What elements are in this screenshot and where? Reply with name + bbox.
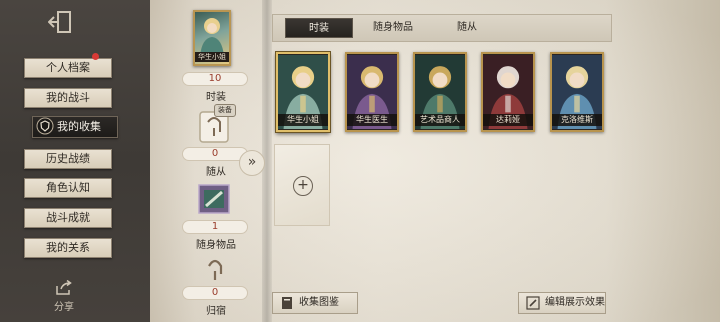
accessory-label: 随身物品: [196, 240, 236, 251]
accessory-item-icon[interactable]: [196, 182, 232, 216]
costume-count: 10: [182, 72, 248, 86]
sidebar-item-relations[interactable]: 我的关系: [24, 238, 112, 258]
featured-card-name: 华生小姐: [195, 52, 229, 62]
share-icon: [56, 280, 72, 295]
edit-display-label: 编辑展示效果: [545, 297, 605, 308]
tab-costumes[interactable]: 时装: [285, 18, 353, 38]
sidebar-item-achievements[interactable]: 战斗成就: [24, 208, 112, 228]
edit-display-button[interactable]: 编辑展示效果: [518, 292, 606, 314]
exit-door-icon[interactable]: [48, 10, 74, 34]
featured-portrait-icon: [200, 18, 224, 56]
follower-count: 0: [182, 147, 248, 161]
costume-card[interactable]: 艺术品商人: [413, 52, 467, 132]
costume-name: 华生医生: [347, 114, 397, 126]
collection-tabs: 时装 随身物品 随从: [272, 14, 612, 42]
expand-chevron-button[interactable]: »: [239, 150, 265, 176]
tab-accessories[interactable]: 随身物品: [361, 18, 425, 38]
costume-card[interactable]: 克洛维斯: [550, 52, 604, 132]
sidebar-item-history[interactable]: 历史战绩: [24, 149, 112, 169]
costume-name: 达莉娅: [483, 114, 533, 126]
equip-badge: 装备: [214, 104, 236, 117]
sidebar-item-battles[interactable]: 我的战斗: [24, 88, 112, 108]
share-button[interactable]: 分享: [50, 280, 78, 313]
costume-name: 华生小姐: [278, 114, 328, 126]
costume-card[interactable]: 达莉娅: [481, 52, 535, 132]
returning-label: 归宿: [206, 306, 226, 317]
costume-card[interactable]: 华生医生: [345, 52, 399, 132]
costume-label: 时装: [206, 92, 226, 103]
featured-costume-card[interactable]: 华生小姐: [193, 10, 231, 66]
share-label: 分享: [54, 302, 74, 313]
sidebar-item-character-cognition[interactable]: 角色认知: [24, 178, 112, 198]
plus-icon: +: [293, 176, 313, 196]
shield-emblem-icon: [36, 117, 54, 135]
returning-count: 0: [182, 286, 248, 300]
sidebar-item-profile[interactable]: 个人档案: [24, 58, 112, 78]
tab-followers[interactable]: 随从: [435, 18, 499, 38]
costume-name: 克洛维斯: [552, 114, 602, 126]
returning-icon[interactable]: [200, 254, 230, 282]
edit-pencil-icon: [526, 296, 540, 310]
add-costume-slot[interactable]: +: [274, 144, 330, 226]
collection-guide-button[interactable]: 收集图鉴: [272, 292, 358, 314]
costume-card[interactable]: 华生小姐: [276, 52, 330, 132]
notification-dot: [92, 53, 99, 60]
book-icon: [282, 297, 292, 309]
left-panel: 个人档案 我的战斗 我的收集 历史战绩 角色认知 战斗成就 我的关系 分享: [0, 0, 150, 322]
double-chevron-right-icon: »: [247, 154, 257, 170]
accessory-count: 1: [182, 220, 248, 234]
costume-name: 艺术品商人: [415, 114, 465, 126]
collection-guide-label: 收集图鉴: [299, 297, 339, 308]
